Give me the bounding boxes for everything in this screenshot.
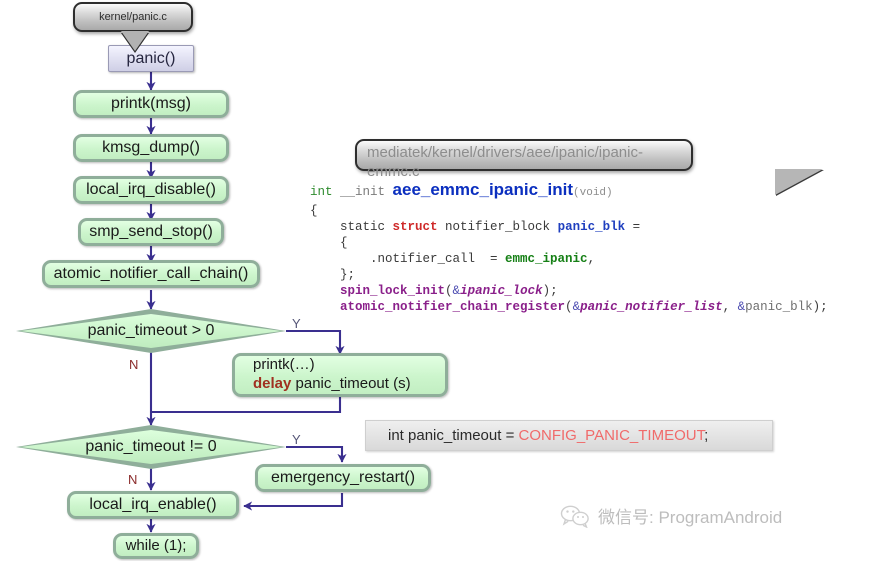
callout-kernel-panic-c: kernel/panic.c [73, 2, 193, 51]
node-kmsg-dump-label: kmsg_dump() [102, 139, 200, 157]
info-strip-text: int panic_timeout = CONFIG_PANIC_TIMEOUT… [366, 427, 708, 444]
diagram-canvas: kernel/panic.c panic() printk(msg) kmsg_… [0, 0, 870, 561]
code-token: , [587, 252, 596, 266]
node-printk-delay-rest: panic_timeout (s) [291, 375, 411, 392]
code-token: }; [310, 268, 356, 282]
code-token: { [310, 204, 318, 218]
code-token: notifier_block [437, 220, 558, 234]
callout-tail [121, 31, 149, 51]
code-line: { [310, 203, 828, 219]
code-token: ); [542, 284, 558, 298]
info-strip-panic-timeout: int panic_timeout = CONFIG_PANIC_TIMEOUT… [365, 420, 773, 451]
code-token: (void) [573, 187, 613, 199]
code-token: ( [445, 284, 453, 298]
node-emergency-restart-label: emergency_restart() [270, 469, 416, 487]
code-token: spin_lock_init [310, 284, 446, 298]
code-token: ipanic_lock [460, 284, 543, 298]
node-printk-delay-line1: printk(…) [253, 356, 315, 374]
code-token: panic_blk [557, 220, 626, 234]
code-token: __init [340, 185, 393, 199]
code-line: int __init aee_emmc_ipanic_init(void) [310, 180, 828, 203]
node-printk-delay-keyword: delay [253, 375, 292, 392]
wechat-icon [560, 505, 589, 528]
node-while-1-label: while (1); [125, 536, 187, 554]
node-smp-send-stop[interactable]: smp_send_stop() [78, 218, 224, 246]
node-printk-msg[interactable]: printk(msg) [73, 90, 229, 118]
code-line: { [310, 235, 828, 251]
node-atomic-notifier-call-chain-label: atomic_notifier_call_chain() [53, 265, 249, 283]
info-strip-suffix: ; [704, 427, 709, 444]
node-smp-send-stop-label: smp_send_stop() [89, 223, 213, 241]
code-token: int [310, 185, 341, 199]
node-panic-timeout-ne-0-label: panic_timeout != 0 [85, 438, 217, 455]
node-atomic-notifier-call-chain[interactable]: atomic_notifier_call_chain() [42, 260, 260, 288]
code-token: aee_emmc_ipanic_init [392, 180, 574, 199]
code-line: }; [310, 267, 828, 283]
code-line: atomic_notifier_chain_register(&panic_no… [310, 299, 828, 315]
node-local-irq-enable-label: local_irq_enable() [89, 496, 217, 514]
code-token: struct [392, 220, 438, 234]
code-token: panic_notifier_list [580, 300, 723, 314]
node-local-irq-disable-label: local_irq_disable() [86, 181, 216, 199]
code-token: & [452, 284, 461, 298]
callout-tail [775, 169, 823, 195]
callout-ipanic-emmc-c: mediatek/kernel/drivers/aee/ipanic/ipani… [355, 139, 823, 195]
callout-kernel-panic-c-text: kernel/panic.c [99, 11, 167, 23]
info-strip-prefix: int panic_timeout = [388, 427, 519, 444]
code-line: static struct notifier_block panic_blk = [310, 219, 828, 235]
code-token: ); [812, 300, 828, 314]
branch-label-ne0-yes: Y [292, 432, 301, 447]
node-local-irq-enable[interactable]: local_irq_enable() [67, 491, 239, 519]
node-local-irq-disable[interactable]: local_irq_disable() [73, 176, 229, 204]
code-token: atomic_notifier_chain_register [310, 300, 566, 314]
callout-ipanic-emmc-c-text: mediatek/kernel/drivers/aee/ipanic/ipani… [367, 144, 643, 180]
code-token: = [625, 220, 641, 234]
code-token: & [572, 300, 581, 314]
watermark-text: 微信号: ProgramAndroid [598, 508, 783, 527]
node-kmsg-dump[interactable]: kmsg_dump() [73, 134, 229, 162]
node-printk-msg-label: printk(msg) [110, 95, 191, 113]
code-token: static [310, 220, 393, 234]
code-token: emmc_ipanic [505, 252, 588, 266]
watermark: 微信号: ProgramAndroid [560, 503, 782, 528]
code-token: ( [565, 300, 573, 314]
branch-label-ne0-no: N [128, 472, 138, 487]
branch-label-gt0-no: N [129, 357, 139, 372]
code-line: .notifier_call = emmc_ipanic, [310, 251, 828, 267]
node-panic-timeout-gt-0[interactable]: panic_timeout > 0 [16, 309, 286, 353]
info-strip-value: CONFIG_PANIC_TIMEOUT [518, 427, 705, 444]
code-token: .notifier_call = [310, 252, 506, 266]
code-token: , [722, 300, 738, 314]
code-line: spin_lock_init(&ipanic_lock); [310, 283, 828, 299]
node-emergency-restart[interactable]: emergency_restart() [255, 464, 431, 492]
branch-label-gt0-yes: Y [292, 316, 301, 331]
node-while-1[interactable]: while (1); [113, 533, 199, 559]
node-printk-delay-line2: delay panic_timeout (s) [235, 375, 445, 394]
code-token: panic_blk [745, 300, 813, 314]
node-panic-timeout-ne-0[interactable]: panic_timeout != 0 [16, 425, 286, 469]
code-token: { [310, 236, 348, 250]
node-panic-label: panic() [126, 49, 176, 67]
node-panic-timeout-gt-0-label: panic_timeout > 0 [87, 322, 215, 339]
code-token: & [737, 300, 746, 314]
node-printk-delay[interactable]: printk(…) delay panic_timeout (s) [232, 353, 448, 397]
code-snippet: int __init aee_emmc_ipanic_init(void){ s… [310, 180, 828, 315]
